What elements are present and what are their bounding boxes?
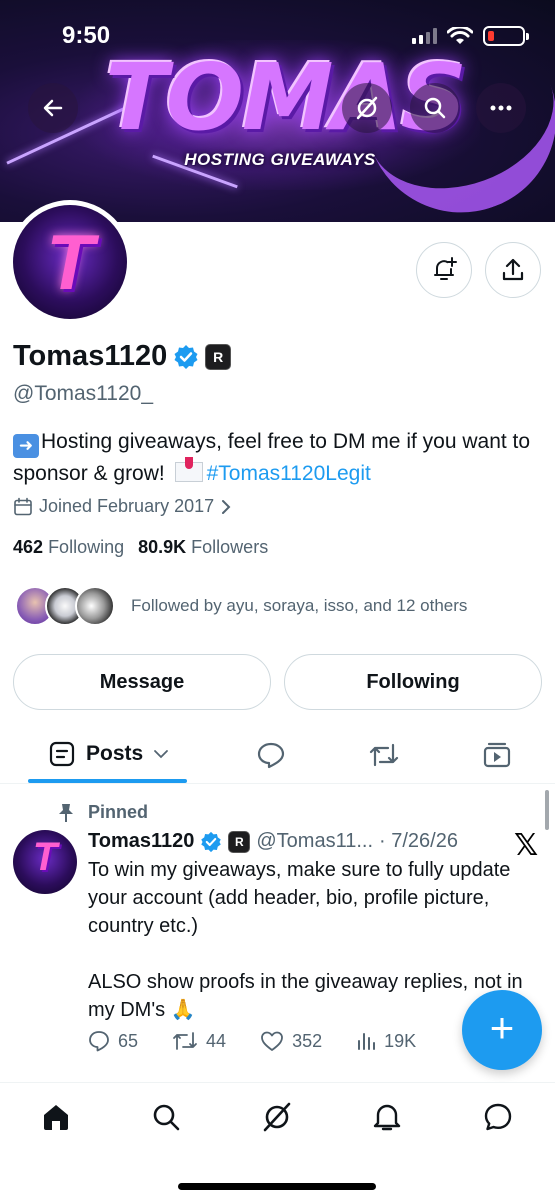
following-button[interactable]: Following [284,654,542,710]
posts-tab-icon [49,741,75,767]
replies-tab-icon [257,742,285,769]
like-icon [261,1031,283,1051]
more-icon [490,105,512,111]
compose-icon: + [489,1004,515,1051]
share-icon [502,258,524,281]
share-button[interactable] [485,242,541,298]
followed-by-row[interactable]: Followed by ayu, soraya, isso, and 12 ot… [15,586,467,626]
repost-count: 44 [206,1030,227,1051]
profile-name: Tomas1120 [13,340,168,372]
follow-stats: 462 Following 80.9K Followers [13,537,268,558]
following-label: Following [48,537,125,557]
nav-search[interactable] [146,1097,186,1137]
profile-tabs: Posts [0,726,555,784]
chevron-right-icon [222,499,231,514]
notifications-icon [373,1104,401,1131]
post-author-handle: @Tomas11... [256,830,374,852]
joined-date: Joined February 2017 [39,496,215,516]
back-button[interactable] [28,83,78,133]
post-date: · 7/26/26 [379,830,458,852]
tab-media[interactable] [480,738,514,772]
envelope-emoji-icon [174,457,203,482]
profile-avatar[interactable]: T [8,200,132,324]
status-time: 9:50 [62,22,111,49]
followed-by-text: Followed by ayu, soraya, isso, and 12 ot… [131,596,468,615]
verified-icon [201,831,222,852]
pinned-label: Pinned [88,802,149,822]
views-icon [358,1033,376,1050]
following-link[interactable]: 462 Following [13,537,124,558]
avatar-logo: T [32,835,58,879]
affiliate-badge-icon[interactable]: R [205,343,232,370]
wifi-icon [447,27,473,44]
reposts-tab-icon [369,743,399,767]
media-tab-icon [483,742,511,768]
followers-label: Followers [191,537,269,557]
tab-posts-label: Posts [86,742,144,765]
signal-icon [412,28,437,44]
search-icon [153,1104,180,1131]
followers-link[interactable]: 80.9K Followers [138,537,268,558]
pinned-label-row: Pinned [58,802,148,823]
bio-hashtag-link[interactable]: #Tomas1120Legit [207,462,371,485]
nav-grok[interactable] [257,1097,297,1137]
post-author-name[interactable]: Tomas1120 [88,830,194,853]
messages-icon [484,1103,512,1131]
home-icon [44,1105,68,1130]
joined-date-row[interactable]: Joined February 2017 [13,496,232,517]
search-icon [424,97,446,119]
reply-button[interactable]: 65 [88,1030,138,1052]
nav-messages[interactable] [478,1097,518,1137]
reply-count: 65 [118,1030,139,1051]
pin-icon [59,803,73,822]
bottom-nav [0,1082,555,1200]
notifications-toggle-button[interactable] [416,242,472,298]
grok-icon [356,96,378,120]
affiliate-badge-icon: R [228,830,251,853]
back-arrow-icon [43,99,63,117]
avatar [75,586,115,626]
like-count: 352 [292,1030,323,1051]
banner-subtitle: HOSTING GIVEAWAYS [184,150,376,169]
active-tab-indicator [28,779,187,783]
nav-notifications[interactable] [367,1097,407,1137]
search-button[interactable] [410,83,460,133]
repost-icon [173,1032,197,1050]
like-button[interactable]: 352 [260,1030,322,1052]
right-arrow-emoji-icon: ➜ [13,434,39,458]
grok-nav-icon [263,1102,291,1132]
compose-button[interactable]: + [462,990,542,1070]
profile-handle: @Tomas1120_ [13,382,154,405]
tab-posts[interactable]: Posts [48,740,169,768]
views-count: 19K [384,1030,417,1051]
bell-plus-icon [434,257,457,280]
profile-bio: ➜ Hosting giveaways, feel free to DM me i… [13,426,548,489]
chevron-down-icon [154,750,169,759]
following-count: 462 [13,537,44,557]
more-button[interactable] [476,83,526,133]
post-header: Tomas1120 R @Tomas11... · 7/26/26 [88,830,458,853]
repost-button[interactable]: 44 [172,1030,226,1052]
message-button[interactable]: Message [13,654,271,710]
battery-icon [483,26,529,46]
status-icons [412,26,529,46]
avatar-logo: T [46,218,94,306]
post-author-avatar[interactable]: T [13,830,77,894]
followers-count: 80.9K [138,537,187,557]
home-indicator [178,1183,376,1190]
scrollbar[interactable] [545,790,549,830]
tab-reposts[interactable] [367,738,401,772]
views-button[interactable]: 19K [356,1030,416,1052]
profile-name-row: Tomas1120 R [13,340,232,373]
tab-replies[interactable] [254,738,288,772]
nav-home[interactable] [36,1097,76,1137]
reply-icon [89,1031,109,1052]
grok-button[interactable] [342,83,392,133]
verified-icon[interactable] [173,344,199,370]
followed-by-avatars [15,586,115,626]
post-actions: 65 44 352 19K [88,1030,416,1052]
calendar-icon [14,497,32,515]
